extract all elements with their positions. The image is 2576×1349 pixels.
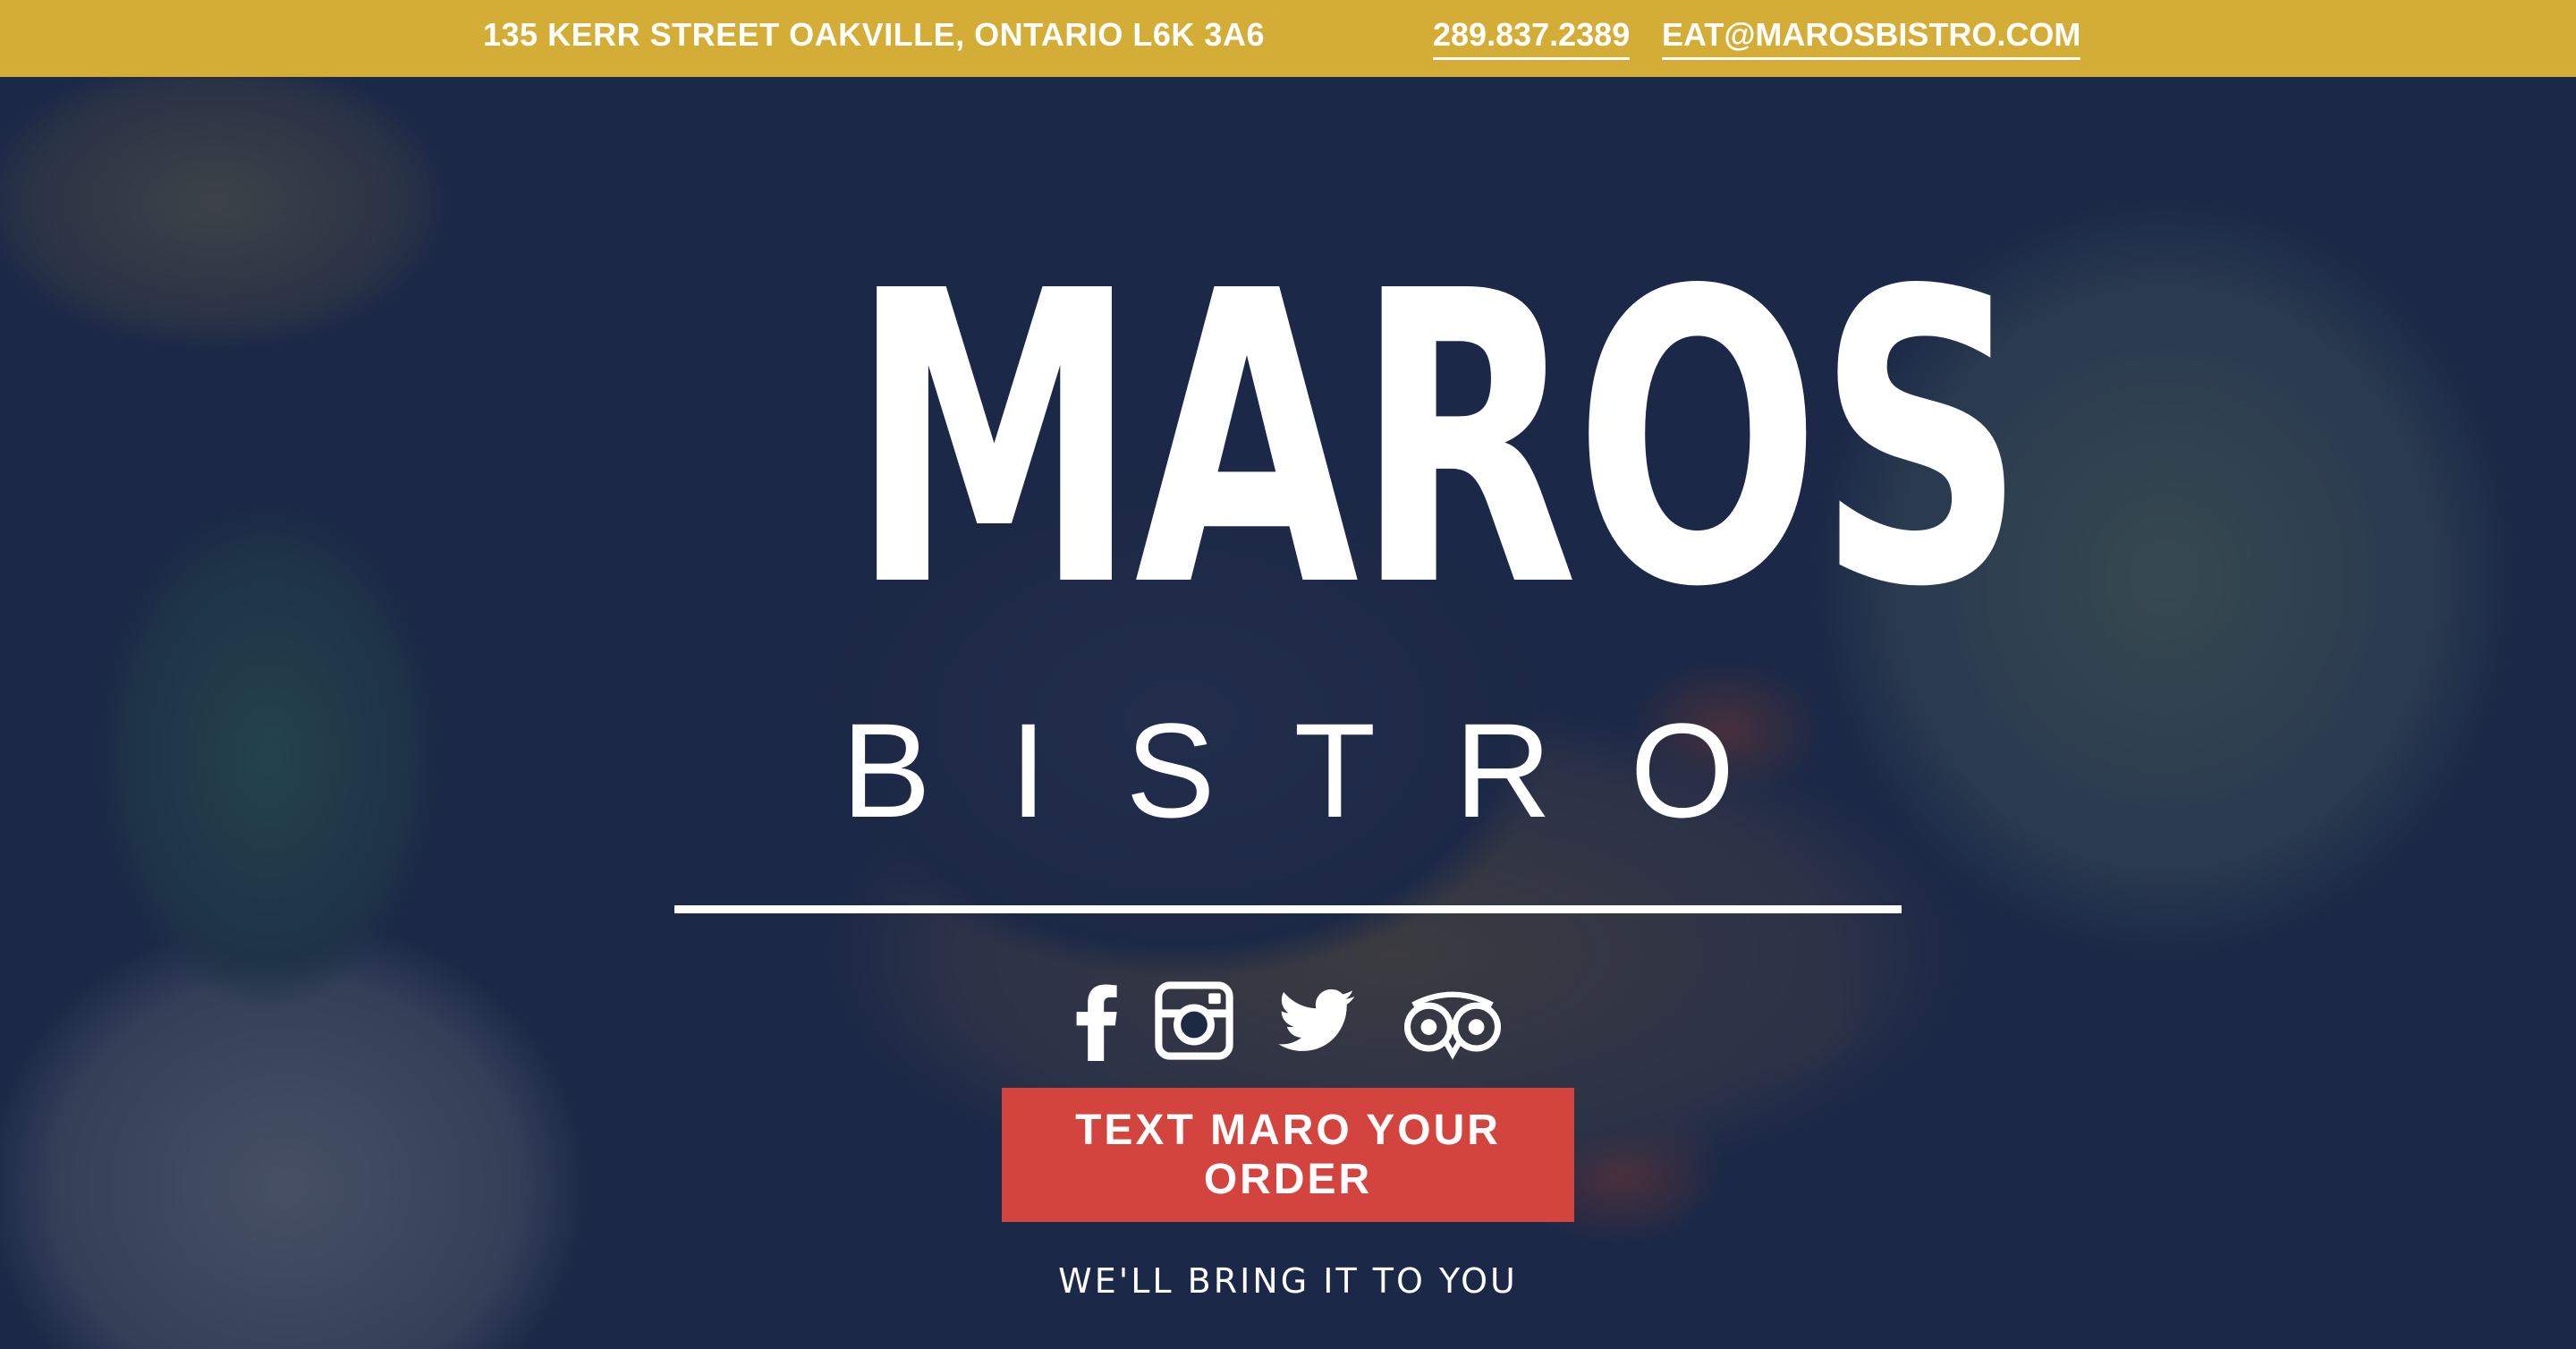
tripadvisor-icon[interactable] bbox=[1397, 980, 1508, 1061]
facebook-icon[interactable] bbox=[1057, 980, 1138, 1061]
twitter-icon[interactable] bbox=[1277, 980, 1358, 1061]
tagline: WE'LL BRING IT TO YOU bbox=[1058, 1261, 1518, 1301]
address-text: 135 KERR STREET OAKVILLE, ONTARIO L6K 3A… bbox=[483, 16, 1265, 53]
logo-maros: MAROS bbox=[850, 207, 2025, 675]
logo-divider bbox=[674, 905, 1902, 913]
email-link[interactable]: EAT@MAROSBISTRO.COM bbox=[1662, 16, 2081, 60]
phone-link[interactable]: 289.837.2389 bbox=[1433, 16, 1631, 60]
contact-bar: 135 KERR STREET OAKVILLE, ONTARIO L6K 3A… bbox=[0, 0, 2576, 77]
logo-bistro: BISTRO bbox=[841, 695, 1814, 845]
instagram-icon[interactable] bbox=[1154, 980, 1234, 1061]
text-order-button[interactable]: TEXT MARO YOUR ORDER bbox=[1002, 1088, 1574, 1222]
